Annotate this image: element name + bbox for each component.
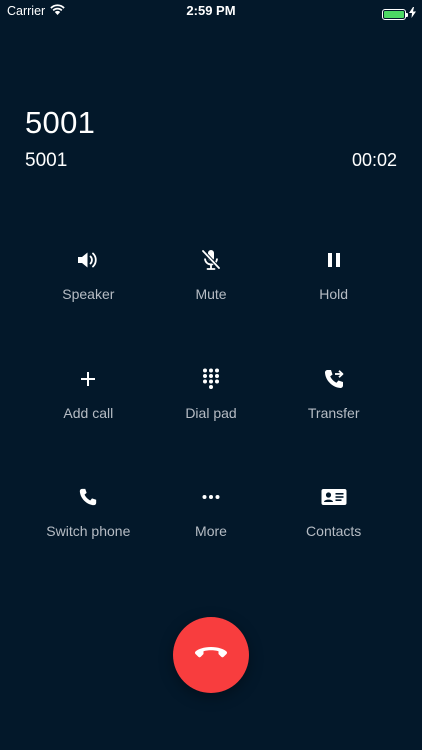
battery-icon bbox=[382, 8, 408, 20]
speaker-label: Speaker bbox=[62, 286, 115, 302]
more-label: More bbox=[195, 523, 227, 539]
more-button[interactable]: More bbox=[150, 477, 273, 596]
microphone-off-icon bbox=[191, 240, 231, 280]
hang-up-icon bbox=[194, 646, 228, 665]
charging-bolt-icon bbox=[409, 5, 416, 23]
pause-icon bbox=[314, 240, 354, 280]
speaker-button[interactable]: Speaker bbox=[27, 240, 150, 359]
end-call-button[interactable] bbox=[173, 617, 249, 693]
contacts-button[interactable]: Contacts bbox=[272, 477, 395, 596]
caller-number: 5001 bbox=[25, 150, 68, 171]
dial-pad-label: Dial pad bbox=[185, 404, 237, 421]
switch-phone-button[interactable]: Switch phone bbox=[27, 477, 150, 596]
switch-phone-label: Switch phone bbox=[46, 523, 131, 539]
plus-icon bbox=[68, 359, 108, 399]
mute-button[interactable]: Mute bbox=[150, 240, 273, 359]
battery-fill bbox=[384, 10, 404, 18]
battery-indicator bbox=[382, 5, 416, 23]
in-call-screen: Carrier 2:59 PM 5001 5001 00:02 Speaker … bbox=[0, 0, 422, 750]
mute-label: Mute bbox=[195, 286, 227, 302]
hold-button[interactable]: Hold bbox=[272, 240, 395, 359]
more-icon bbox=[191, 477, 231, 517]
phone-icon bbox=[68, 477, 108, 517]
transfer-button[interactable]: Transfer bbox=[272, 359, 395, 478]
contacts-label: Contacts bbox=[306, 523, 362, 539]
speaker-icon bbox=[68, 240, 108, 280]
add-call-button[interactable]: Add call bbox=[27, 359, 150, 478]
contact-card-icon bbox=[314, 477, 354, 517]
hold-label: Hold bbox=[319, 286, 349, 302]
dial-pad-button[interactable]: Dial pad bbox=[150, 359, 273, 478]
call-actions-grid: Speaker Mute Hold Add call Dial pad Tran… bbox=[27, 240, 395, 596]
call-duration: 00:02 bbox=[351, 150, 397, 170]
phone-forward-icon bbox=[314, 359, 354, 399]
transfer-label: Transfer bbox=[307, 404, 360, 421]
status-bar: Carrier 2:59 PM bbox=[0, 0, 422, 22]
caller-name: 5001 bbox=[25, 105, 96, 140]
dialpad-icon bbox=[191, 359, 231, 399]
status-time: 2:59 PM bbox=[186, 3, 236, 18]
add-call-label: Add call bbox=[63, 404, 114, 421]
